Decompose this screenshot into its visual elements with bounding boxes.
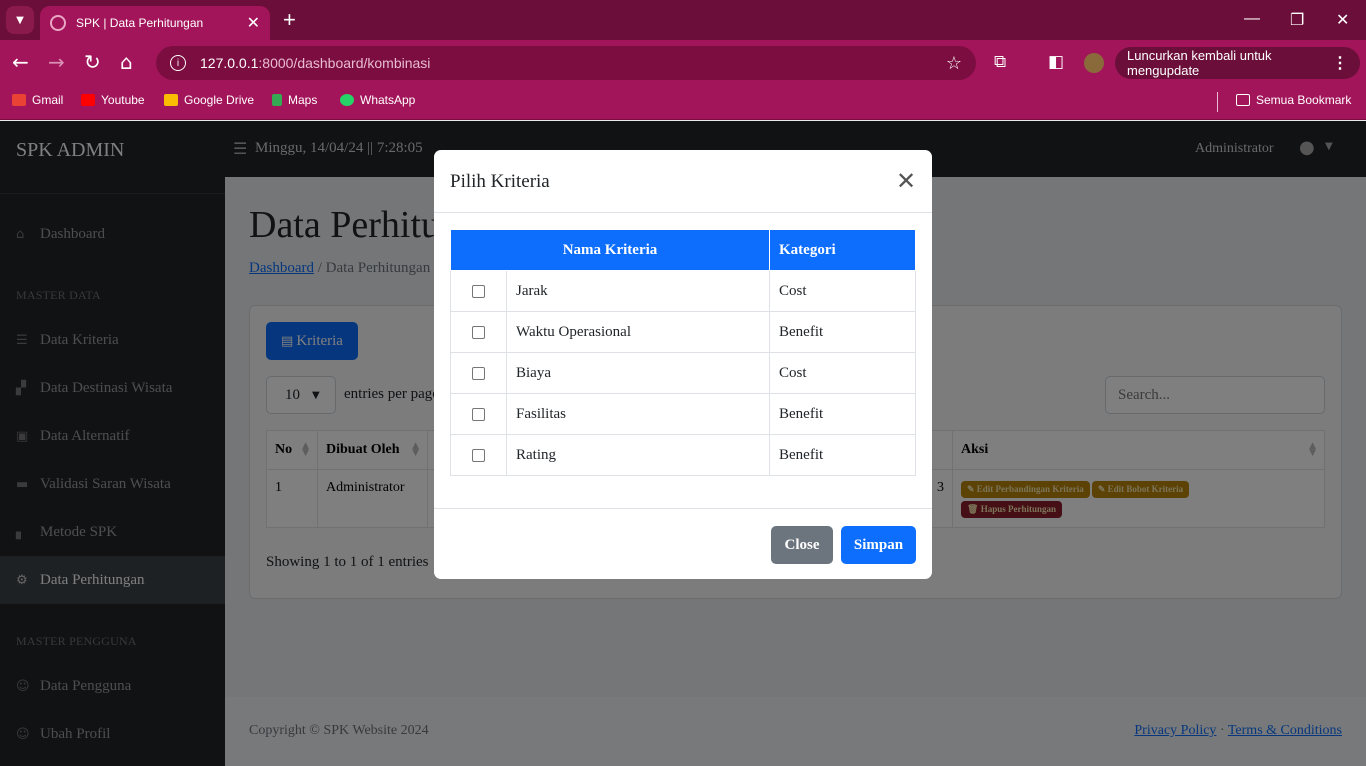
kriteria-checkbox[interactable] bbox=[472, 325, 485, 339]
tab-title: SPK | Data Perhitungan bbox=[76, 16, 204, 30]
site-info-icon[interactable]: i bbox=[170, 55, 186, 71]
menu-dots-icon[interactable]: ⋮ bbox=[1332, 53, 1348, 73]
kriteria-table: Nama Kriteria Kategori Jarak Cost Waktu O… bbox=[450, 229, 916, 476]
close-button[interactable]: Close bbox=[771, 526, 833, 564]
modal-title: Pilih Kriteria bbox=[450, 171, 550, 192]
whatsapp-icon bbox=[340, 94, 354, 106]
minimize-icon[interactable]: — bbox=[1244, 10, 1260, 28]
gmail-icon bbox=[12, 94, 26, 106]
window-close-icon[interactable]: ✕ bbox=[1336, 10, 1349, 30]
side-panel-icon[interactable]: ◧ bbox=[1048, 50, 1064, 74]
kriteria-checkbox[interactable] bbox=[472, 407, 485, 421]
relaunch-update-button[interactable]: Luncurkan kembali untuk mengupdate ⋮ bbox=[1115, 47, 1360, 79]
extensions-icon[interactable]: ⧉ bbox=[994, 50, 1006, 74]
table-row: Rating Benefit bbox=[450, 434, 916, 476]
modal-footer: Close Simpan bbox=[434, 508, 932, 579]
table-row: Fasilitas Benefit bbox=[450, 393, 916, 435]
globe-icon bbox=[50, 15, 66, 31]
address-bar[interactable]: i 127.0.0.1:8000/dashboard/kombinasi ☆ bbox=[156, 46, 976, 80]
url-text[interactable]: 127.0.0.1:8000/dashboard/kombinasi bbox=[200, 55, 946, 71]
tab-search-button[interactable]: ▼ bbox=[6, 6, 34, 34]
pilih-kriteria-modal: Pilih Kriteria ✕ Nama Kriteria Kategori … bbox=[434, 150, 932, 579]
restore-icon[interactable]: ❐ bbox=[1290, 10, 1304, 30]
simpan-button[interactable]: Simpan bbox=[841, 526, 916, 564]
all-bookmarks-folder[interactable]: Semua Bookmark bbox=[1236, 92, 1351, 108]
column-header-kategori: Kategori bbox=[769, 229, 916, 271]
bookmark-google-drive[interactable]: Google Drive bbox=[164, 92, 254, 108]
browser-toolbar: ← → ↻ ⌂ i 127.0.0.1:8000/dashboard/kombi… bbox=[0, 40, 1366, 86]
drive-icon bbox=[164, 94, 178, 106]
bookmark-whatsapp[interactable]: WhatsApp bbox=[340, 92, 415, 108]
kriteria-checkbox[interactable] bbox=[472, 284, 485, 298]
column-header-nama-kriteria: Nama Kriteria bbox=[450, 229, 770, 271]
browser-tab-active[interactable]: SPK | Data Perhitungan ✕ bbox=[40, 6, 270, 40]
browser-tab-bar: ▼ SPK | Data Perhitungan ✕ + — ❐ ✕ bbox=[0, 0, 1366, 40]
modal-header: Pilih Kriteria ✕ bbox=[434, 150, 932, 213]
bookmark-maps[interactable]: Maps bbox=[272, 92, 317, 108]
chevron-down-icon: ▼ bbox=[16, 14, 24, 26]
reload-icon[interactable]: ↻ bbox=[84, 50, 101, 74]
bookmark-youtube[interactable]: Youtube bbox=[81, 92, 145, 108]
table-row: Waktu Operasional Benefit bbox=[450, 311, 916, 353]
bookmarks-bar: Gmail Youtube Google Drive Maps WhatsApp… bbox=[0, 86, 1366, 120]
bookmark-star-icon[interactable]: ☆ bbox=[946, 53, 962, 74]
kriteria-checkbox[interactable] bbox=[472, 366, 485, 380]
table-row: Biaya Cost bbox=[450, 352, 916, 394]
maps-icon bbox=[272, 94, 282, 106]
close-icon[interactable]: ✕ bbox=[896, 168, 916, 194]
bookmark-separator bbox=[1217, 92, 1218, 112]
forward-icon[interactable]: → bbox=[48, 50, 65, 74]
home-icon[interactable]: ⌂ bbox=[120, 50, 133, 74]
profile-avatar[interactable] bbox=[1084, 53, 1104, 73]
folder-icon bbox=[1236, 94, 1250, 106]
tab-close-icon[interactable]: ✕ bbox=[247, 13, 260, 33]
kriteria-checkbox[interactable] bbox=[472, 448, 485, 462]
table-row: Jarak Cost bbox=[450, 270, 916, 312]
new-tab-icon[interactable]: + bbox=[283, 8, 296, 32]
youtube-icon bbox=[81, 94, 95, 106]
back-icon[interactable]: ← bbox=[12, 50, 29, 74]
bookmark-gmail[interactable]: Gmail bbox=[12, 92, 63, 108]
